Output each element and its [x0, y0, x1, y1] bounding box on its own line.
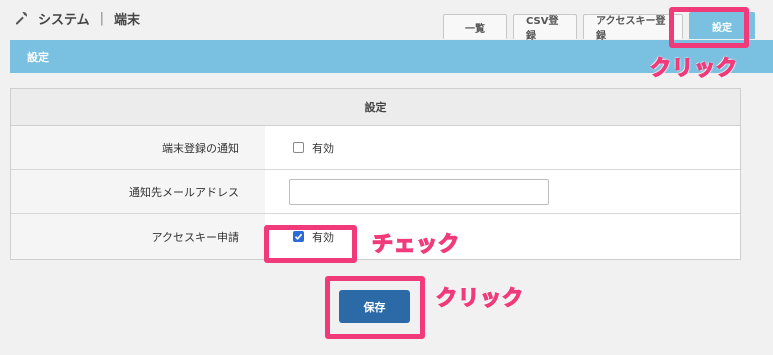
callout-click-tab: クリック — [649, 55, 738, 81]
access-key-enable-checkbox[interactable] — [293, 231, 304, 242]
breadcrumb-section: システム — [38, 12, 90, 28]
notify-enable-checkbox[interactable] — [293, 142, 304, 153]
banner-title: 設定 — [27, 50, 49, 64]
save-button[interactable]: 保存 — [339, 290, 410, 323]
row-value — [265, 170, 740, 213]
page-header: システム | 端末 — [14, 8, 140, 28]
breadcrumb-page: 端末 — [114, 12, 141, 28]
tab-csv-register[interactable]: CSV登録 — [513, 14, 577, 42]
breadcrumb-separator: | — [99, 10, 105, 26]
tab-list[interactable]: 一覧 — [443, 14, 507, 39]
row-label: 端末登録の通知 — [11, 126, 265, 169]
row-device-registration-notify: 端末登録の通知 有効 — [11, 126, 740, 170]
checkmark-icon — [294, 233, 303, 240]
callout-check: チェック — [371, 231, 460, 257]
wrench-icon — [15, 12, 27, 25]
tab-settings[interactable]: 設定 — [689, 12, 755, 39]
row-value: 有効 — [265, 214, 740, 259]
row-label: アクセスキー申請 — [11, 214, 265, 259]
row-label: 通知先メールアドレス — [11, 170, 265, 213]
callout-click-save: クリック — [435, 285, 524, 311]
email-field[interactable] — [289, 178, 549, 205]
row-notify-email: 通知先メールアドレス — [11, 170, 740, 214]
checkbox-label: 有効 — [312, 141, 334, 155]
panel-title: 設定 — [11, 89, 740, 126]
row-value: 有効 — [265, 126, 740, 169]
checkbox-label: 有効 — [312, 230, 334, 244]
tab-bar: 一覧 CSV登録 アクセスキー登録 設定 — [443, 12, 755, 42]
tab-access-key-register[interactable]: アクセスキー登録 — [583, 14, 683, 42]
